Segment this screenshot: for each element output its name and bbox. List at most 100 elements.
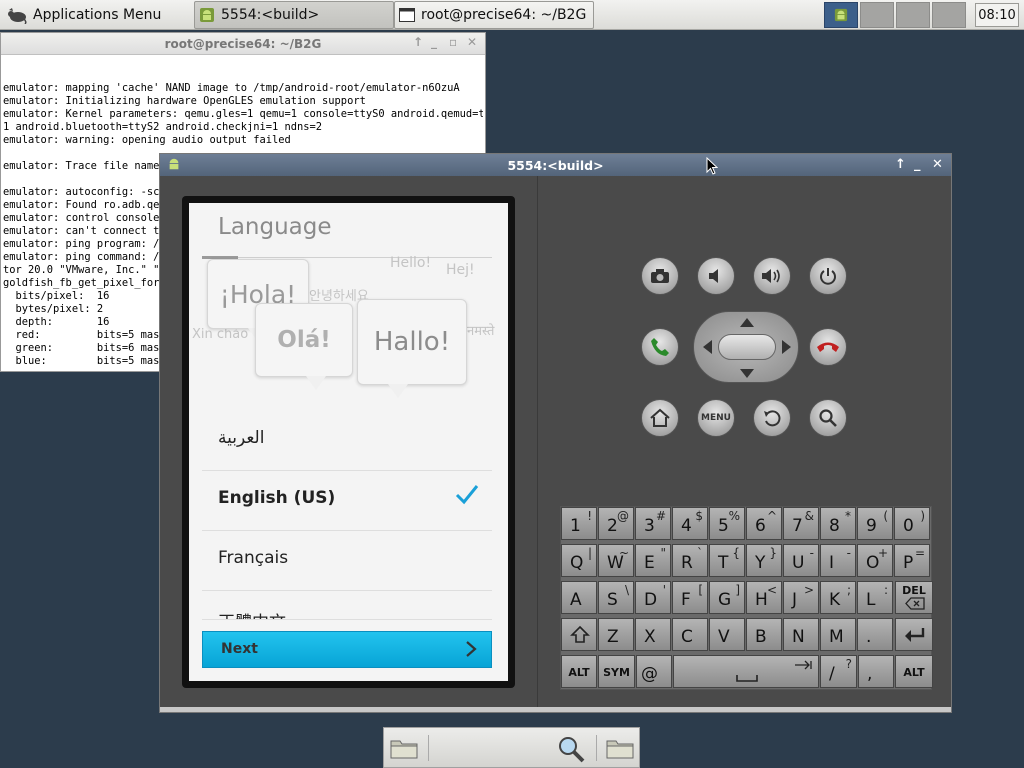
- key-h-shift-label: <: [766, 583, 777, 597]
- key-9[interactable]: 9(: [857, 507, 893, 540]
- key-l-shift-label: :: [883, 583, 888, 597]
- panel-clock[interactable]: 08:10: [975, 3, 1019, 27]
- key-space[interactable]: [673, 655, 819, 688]
- key-o[interactable]: O +: [857, 544, 893, 577]
- key-4[interactable]: 4 $: [672, 507, 708, 540]
- key-m[interactable]: M: [820, 618, 856, 651]
- key-b[interactable]: B: [746, 618, 782, 651]
- key-u-shift-label: -: [809, 546, 814, 560]
- key-3[interactable]: 3 #: [635, 507, 671, 540]
- dpad[interactable]: [693, 311, 799, 383]
- maximize-icon[interactable]: ▫: [449, 35, 457, 49]
- volume-down-button[interactable]: [697, 257, 735, 295]
- search-icon[interactable]: [556, 734, 586, 764]
- key-z[interactable]: Z: [598, 618, 634, 651]
- end-call-button[interactable]: [809, 328, 847, 366]
- mouse-pointer-icon: [706, 157, 718, 175]
- key-comma[interactable]: ,: [858, 655, 894, 688]
- key-f-label: F: [681, 590, 691, 610]
- key-7[interactable]: 7 &: [783, 507, 819, 540]
- key-h[interactable]: H <: [746, 581, 782, 614]
- maximize-up-icon[interactable]: ↑: [895, 157, 906, 172]
- key-q[interactable]: Q |: [561, 544, 597, 577]
- camera-button[interactable]: [641, 257, 679, 295]
- key-delete[interactable]: DEL: [895, 581, 933, 614]
- workspace-2[interactable]: [860, 2, 894, 28]
- key-x-label: X: [644, 627, 656, 647]
- key-u[interactable]: U-: [783, 544, 819, 577]
- workspace-4[interactable]: [932, 2, 966, 28]
- dpad-center-button[interactable]: [718, 334, 776, 360]
- key-enter[interactable]: [895, 618, 933, 651]
- key-p[interactable]: P =: [894, 544, 930, 577]
- home-button[interactable]: [641, 399, 679, 437]
- search-button[interactable]: [809, 399, 847, 437]
- key-slash[interactable]: / ?: [820, 655, 857, 688]
- taskbar-terminal-window[interactable]: root@precise64: ~/B2G: [394, 1, 594, 29]
- applications-menu-button[interactable]: Applications Menu: [2, 3, 165, 27]
- key-9-shift-label: (: [883, 509, 888, 523]
- key-6-label: 6: [755, 516, 766, 536]
- key-v[interactable]: V: [709, 618, 745, 651]
- phone-call-icon: [651, 338, 669, 356]
- key-x[interactable]: X: [635, 618, 671, 651]
- key-r[interactable]: R `: [672, 544, 708, 577]
- key-2[interactable]: 2 @: [598, 507, 634, 540]
- language-item-traditional-chinese[interactable]: 正體中文: [218, 608, 286, 619]
- key-g[interactable]: G]: [709, 581, 745, 614]
- maximize-up-icon[interactable]: ↑: [413, 35, 423, 49]
- power-button[interactable]: [809, 257, 847, 295]
- terminal-titlebar[interactable]: root@precise64: ~/B2G ↑ _ ▫ ✕: [1, 33, 485, 55]
- key-1[interactable]: 1!: [561, 507, 597, 540]
- key-sym[interactable]: SYM: [598, 655, 635, 688]
- top-panel: Applications Menu 5554:<build> root@prec…: [0, 0, 1024, 30]
- key-f[interactable]: F[: [672, 581, 708, 614]
- key-t[interactable]: T{: [709, 544, 745, 577]
- call-button[interactable]: [641, 328, 679, 366]
- folder-icon[interactable]: [606, 737, 634, 759]
- language-item-arabic[interactable]: العربية: [218, 428, 264, 448]
- key-s[interactable]: S \: [598, 581, 634, 614]
- key-a[interactable]: A: [561, 581, 597, 614]
- key-d[interactable]: D ': [635, 581, 671, 614]
- key-alt-left[interactable]: ALT: [561, 655, 597, 688]
- key-y[interactable]: Y}: [746, 544, 782, 577]
- workspace-3[interactable]: [896, 2, 930, 28]
- key-r-label: R: [681, 553, 693, 573]
- close-icon[interactable]: ✕: [467, 35, 477, 49]
- folder-icon[interactable]: [390, 737, 418, 759]
- key-i[interactable]: I-: [820, 544, 856, 577]
- camera-icon: [651, 269, 669, 283]
- key-alt-right[interactable]: ALT: [895, 655, 933, 688]
- language-item-english-us[interactable]: English (US): [218, 488, 335, 508]
- key-comma-label: ,: [867, 664, 873, 684]
- key-j[interactable]: J >: [783, 581, 819, 614]
- next-button[interactable]: Next: [202, 631, 492, 668]
- key-l[interactable]: L:: [857, 581, 893, 614]
- key-w[interactable]: W ~: [598, 544, 634, 577]
- key-shift[interactable]: [561, 618, 597, 651]
- back-button[interactable]: [753, 399, 791, 437]
- close-icon[interactable]: ✕: [932, 157, 943, 172]
- emulator-titlebar[interactable]: 5554:<build> ↑ _ ✕: [160, 154, 951, 176]
- language-item-francais[interactable]: Français: [218, 548, 288, 568]
- key-c[interactable]: C: [672, 618, 708, 651]
- key-0[interactable]: 0): [894, 507, 930, 540]
- key-period[interactable]: .: [857, 618, 893, 651]
- key-k[interactable]: K;: [820, 581, 856, 614]
- key-n[interactable]: N: [783, 618, 819, 651]
- volume-up-button[interactable]: [753, 257, 791, 295]
- taskbar-emulator-window[interactable]: 5554:<build>: [194, 1, 394, 29]
- key-p-shift-label: =: [914, 546, 925, 560]
- key-6[interactable]: 6 ^: [746, 507, 782, 540]
- key-e[interactable]: E ": [635, 544, 671, 577]
- list-divider: [202, 470, 492, 471]
- key-5[interactable]: 5%: [709, 507, 745, 540]
- minimize-icon[interactable]: _: [914, 157, 921, 172]
- minimize-icon[interactable]: _: [431, 35, 437, 49]
- workspace-1[interactable]: [824, 2, 858, 28]
- key-8[interactable]: 8 *: [820, 507, 856, 540]
- menu-button[interactable]: MENU: [697, 399, 735, 437]
- key-at[interactable]: @: [636, 655, 672, 688]
- key-j-shift-label: >: [803, 583, 814, 597]
